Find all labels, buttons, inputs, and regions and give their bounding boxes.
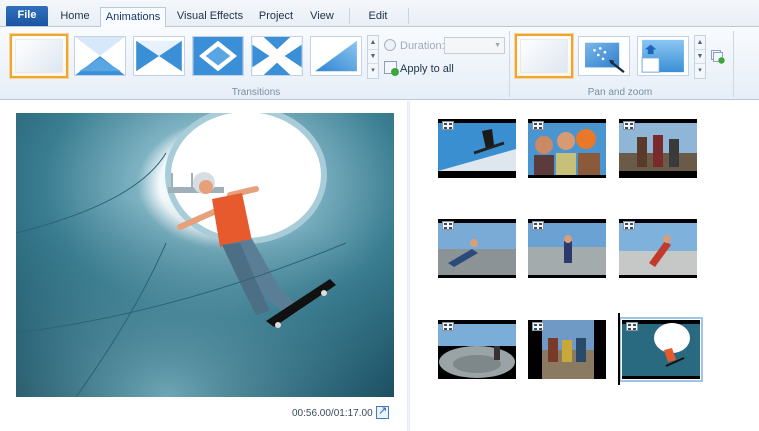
preview-timecode: 00:56.00/01:17.00	[292, 408, 373, 419]
transition-flag-icon	[626, 322, 638, 331]
zoom-in-pan-zoom-icon	[638, 37, 688, 75]
video-preview[interactable]	[16, 113, 394, 397]
apply-to-all-button[interactable]: Apply to all	[384, 60, 454, 78]
storyboard-clip[interactable]	[619, 219, 697, 278]
transition-flag-icon	[442, 221, 454, 230]
gallery-up-icon[interactable]: ▲	[368, 36, 378, 50]
gallery-down-icon[interactable]: ▼	[368, 50, 378, 64]
transition-flag-icon	[532, 322, 544, 331]
automatic-pan-zoom-icon	[579, 37, 629, 75]
gallery-expand-icon[interactable]: ▾	[368, 64, 378, 78]
transition-flag-icon	[532, 221, 544, 230]
storyboard-clip[interactable]	[528, 320, 606, 379]
transition-diagonal-box-thumb[interactable]	[74, 36, 126, 76]
diagonal-box-transition-icon	[75, 37, 125, 75]
storyboard-clip[interactable]	[619, 119, 697, 178]
tab-edit[interactable]: Edit	[360, 7, 396, 27]
blank-transition-icon	[15, 39, 63, 73]
gallery-expand-icon[interactable]: ▾	[695, 64, 705, 78]
tab-file[interactable]: File	[6, 6, 48, 26]
transition-none-thumb[interactable]	[10, 34, 68, 78]
transition-cross-thumb[interactable]	[251, 36, 303, 76]
pan-zoom-group-label: Pan and zoom	[587, 87, 653, 98]
storyboard-clip[interactable]	[438, 219, 516, 278]
group-separator	[509, 31, 510, 97]
storyboard-clip[interactable]	[528, 219, 606, 278]
transition-diamond-thumb[interactable]	[192, 36, 244, 76]
tab-home[interactable]: Home	[55, 7, 95, 27]
tab-separator	[408, 8, 409, 24]
skater-in-pipe-frame	[16, 113, 394, 397]
duration-dropdown[interactable]: ▼	[444, 37, 505, 54]
cross-transition-icon	[252, 37, 302, 75]
preview-pane: 00:56.00/01:17.00	[0, 101, 407, 431]
tab-animations[interactable]: Animations	[100, 7, 166, 28]
blank-pan-zoom-icon	[520, 39, 568, 73]
transition-flag-icon	[623, 221, 635, 230]
duration-label: Duration:	[384, 37, 445, 55]
pan-zoom-apply-to-all-icon[interactable]	[711, 50, 725, 64]
tab-visual-effects[interactable]: Visual Effects	[172, 7, 248, 27]
chevron-down-icon: ▼	[494, 42, 501, 49]
storyboard-playhead[interactable]	[618, 313, 620, 385]
diamond-transition-icon	[193, 37, 243, 75]
gallery-up-icon[interactable]: ▲	[695, 36, 705, 50]
apply-to-all-icon	[384, 61, 399, 76]
transition-diagonal-wipe-thumb[interactable]	[310, 36, 362, 76]
group-separator	[733, 31, 734, 97]
transition-flag-icon	[442, 322, 454, 331]
transition-flag-icon	[532, 121, 544, 130]
storyboard-clip-selected[interactable]	[619, 317, 703, 382]
transition-bow-tie-thumb[interactable]	[133, 36, 185, 76]
storyboard-pane	[410, 101, 759, 431]
bow-tie-transition-icon	[134, 37, 184, 75]
tab-view[interactable]: View	[304, 7, 340, 27]
storyboard-clip[interactable]	[438, 119, 516, 178]
pan-zoom-none-thumb[interactable]	[515, 34, 573, 78]
tab-project[interactable]: Project	[254, 7, 298, 27]
pan-zoom-gallery-scroller[interactable]: ▲ ▼ ▾	[694, 35, 706, 79]
diagonal-wipe-transition-icon	[311, 37, 361, 75]
storyboard-clip[interactable]	[438, 320, 516, 379]
transition-flag-icon	[442, 121, 454, 130]
duration-label-text: Duration:	[400, 40, 445, 52]
fullscreen-icon[interactable]	[376, 404, 389, 419]
apply-to-all-label: Apply to all	[400, 63, 454, 75]
gallery-down-icon[interactable]: ▼	[695, 50, 705, 64]
ribbon-tab-strip: File Home Animations Visual Effects Proj…	[0, 0, 759, 28]
pan-zoom-automatic-thumb[interactable]	[578, 36, 630, 76]
transitions-gallery-scroller[interactable]: ▲ ▼ ▾	[367, 35, 379, 79]
pan-zoom-in-thumb[interactable]	[637, 36, 689, 76]
clock-icon	[384, 39, 396, 51]
ribbon: ▲ ▼ ▾ Duration: ▼ Apply to all Transitio…	[0, 27, 759, 100]
storyboard-clip[interactable]	[528, 119, 606, 178]
transitions-group-label: Transitions	[231, 87, 281, 98]
transition-flag-icon	[623, 121, 635, 130]
tab-separator	[349, 8, 350, 24]
